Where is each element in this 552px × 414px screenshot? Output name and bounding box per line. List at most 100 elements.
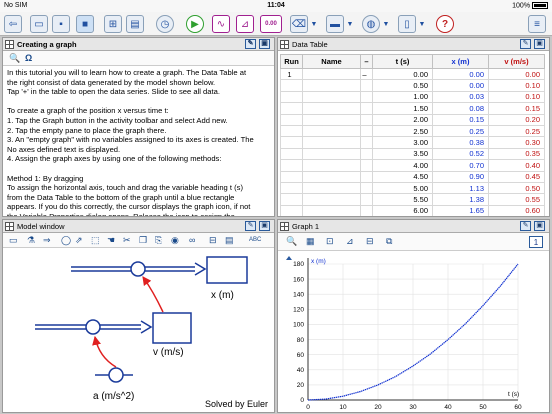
table-row: 2.50 0.25 0.25 <box>280 124 545 138</box>
y-tick-label: 40 <box>297 367 305 374</box>
arrow-tool-icon[interactable]: ⇗ <box>75 235 83 246</box>
flow-tool-icon[interactable]: ⇒ <box>43 235 51 246</box>
graph-number-badge[interactable]: 1 <box>529 236 543 248</box>
slope-icon[interactable]: ⊿ <box>346 236 354 247</box>
screen-layout-icon[interactable]: ▬ <box>326 15 344 33</box>
search-icon[interactable]: 🔍 <box>9 53 20 64</box>
v-cell: 0.35 <box>488 147 545 161</box>
scissors-icon[interactable]: ✂ <box>123 235 131 246</box>
v-label: v (m/s) <box>153 347 184 358</box>
table-row: 1.50 0.08 0.15 <box>280 102 545 115</box>
auxiliary-tool-icon[interactable]: ◯ <box>61 235 71 246</box>
globe-icon[interactable]: ◍ <box>362 15 380 33</box>
table-panel-titlebar: Data Table ✎ ▣ <box>278 38 549 51</box>
abc-icon[interactable]: ABC <box>249 235 261 246</box>
y-tick-label: 100 <box>293 322 304 329</box>
x-flow[interactable] <box>71 261 207 277</box>
chart-icon[interactable]: ⊿ <box>236 15 254 33</box>
name-cell <box>302 193 361 206</box>
name-cell <box>302 181 361 195</box>
grid-icon[interactable]: ▦ <box>306 236 315 247</box>
number-icon[interactable]: 0.00 <box>260 15 282 33</box>
sep-cell <box>360 90 373 104</box>
panel-maximize-icon[interactable]: ▣ <box>259 221 270 231</box>
flask-tool-icon[interactable]: ⚗ <box>27 235 35 246</box>
scan-icon[interactable]: ⊡ <box>326 236 334 247</box>
graph-icon[interactable]: ∿ <box>212 15 230 33</box>
doc-line: Method 1: By dragging <box>7 173 84 183</box>
panel-move-icon[interactable] <box>280 40 289 49</box>
doc-line: 2. Tap the empty pane to place the graph… <box>7 125 167 135</box>
page-menu-caret[interactable]: ▼ <box>418 15 426 33</box>
select-tool-icon[interactable]: ⬚ <box>91 235 100 246</box>
axis-selector-icon[interactable] <box>286 256 292 260</box>
model-panel-titlebar: Model window ✎ ▣ <box>3 220 274 233</box>
v-state-box[interactable] <box>152 312 192 344</box>
run-cell <box>280 102 303 115</box>
doc-line: In this tutorial you will to learn how t… <box>7 68 247 77</box>
eraser-icon[interactable]: ⌫ <box>290 15 308 33</box>
save-icon[interactable]: ▪ <box>52 15 70 33</box>
v-to-x-link[interactable] <box>142 276 164 313</box>
solver-label: Solved by Euler <box>204 399 268 409</box>
panel-settings-icon[interactable]: ✎ <box>520 221 531 231</box>
analysis-icon[interactable]: ⧉ <box>386 236 392 247</box>
help-icon[interactable]: ? <box>436 15 454 33</box>
zoom-icon[interactable]: 🔍 <box>286 236 297 247</box>
copy-icon[interactable]: ❐ <box>139 235 147 246</box>
run-cell <box>280 193 303 206</box>
exit-icon[interactable]: ⇦ <box>4 15 22 33</box>
state-variable-tool-icon[interactable]: ▭ <box>9 235 18 246</box>
layout-menu-caret[interactable]: ▼ <box>346 15 354 33</box>
panel-move-icon[interactable] <box>5 40 14 49</box>
doc-panel-tools: 🔍 Ω <box>3 51 274 66</box>
hand-tool-icon[interactable]: ☚ <box>107 235 115 246</box>
panel-settings-icon[interactable]: ✎ <box>245 221 256 231</box>
model-tools: ▭ ⚗ ⇒ ◯ ⇗ ⬚ ☚ ✂ ❐ ⎘ ◉ ∞ ⊟ ▤ ABC <box>3 233 274 248</box>
globe-menu-caret[interactable]: ▼ <box>382 15 390 33</box>
table-row: 5.00 1.13 0.50 <box>280 181 545 195</box>
omega-icon[interactable]: Ω <box>25 53 32 64</box>
paste-icon[interactable]: ⎘ <box>155 235 162 246</box>
panel-move-icon[interactable] <box>280 222 289 231</box>
x-state-box[interactable] <box>206 256 248 284</box>
panel-settings-icon[interactable]: ✎ <box>520 39 531 49</box>
sep-cell <box>360 147 373 161</box>
eye-icon[interactable]: ◉ <box>171 235 179 246</box>
page-icon[interactable]: ▯ <box>398 15 416 33</box>
stop-icon[interactable]: ■ <box>76 15 94 33</box>
toolbox-icon[interactable]: ⊟ <box>366 236 374 247</box>
y-tick-label: 20 <box>297 382 305 389</box>
run-cell <box>280 79 303 92</box>
t-cell: 6.00 <box>372 204 433 216</box>
document-icon[interactable]: ≡ <box>528 15 546 33</box>
panel-settings-icon[interactable]: ✎ <box>245 39 256 49</box>
stopwatch-icon[interactable]: ◷ <box>156 15 174 33</box>
open-folder-icon[interactable]: ▭ <box>30 15 48 33</box>
x-tick-label: 20 <box>374 404 382 411</box>
panel-maximize-icon[interactable]: ▣ <box>534 221 545 231</box>
table-row: 4.00 0.70 0.40 <box>280 159 545 172</box>
col-header-t[interactable]: t (s) <box>372 54 433 69</box>
doc-line: To create a graph of the position x vers… <box>7 106 169 116</box>
col-header-sep[interactable]: – <box>360 54 373 69</box>
panel-move-icon[interactable] <box>5 222 14 231</box>
model-icon[interactable]: ⊞ <box>104 15 122 33</box>
col-header-v[interactable]: v (m/s) <box>488 54 545 69</box>
y-tick-label: 0 <box>300 397 304 404</box>
panel-maximize-icon[interactable]: ▣ <box>259 39 270 49</box>
graph-plot[interactable]: 0 10 20 30 40 50 60 0 20 40 60 80 100 120 140 160 180 x (… <box>278 252 549 412</box>
run-cell <box>280 159 303 172</box>
battery-percent: 100% <box>512 2 531 10</box>
a-to-v-link[interactable] <box>92 335 117 368</box>
panel-maximize-icon[interactable]: ▣ <box>534 39 545 49</box>
slider-icon[interactable]: ⊟ <box>209 235 217 246</box>
run-icon[interactable]: ▤ <box>225 235 234 246</box>
eraser-menu-caret[interactable]: ▼ <box>310 15 318 33</box>
a-auxiliary[interactable] <box>95 367 133 383</box>
play-icon[interactable]: ▶ <box>186 15 204 33</box>
link-icon[interactable]: ∞ <box>189 235 195 246</box>
activity-icon[interactable]: ▤ <box>126 15 144 33</box>
v-flow[interactable] <box>35 319 153 335</box>
col-header-x[interactable]: x (m) <box>432 54 489 69</box>
